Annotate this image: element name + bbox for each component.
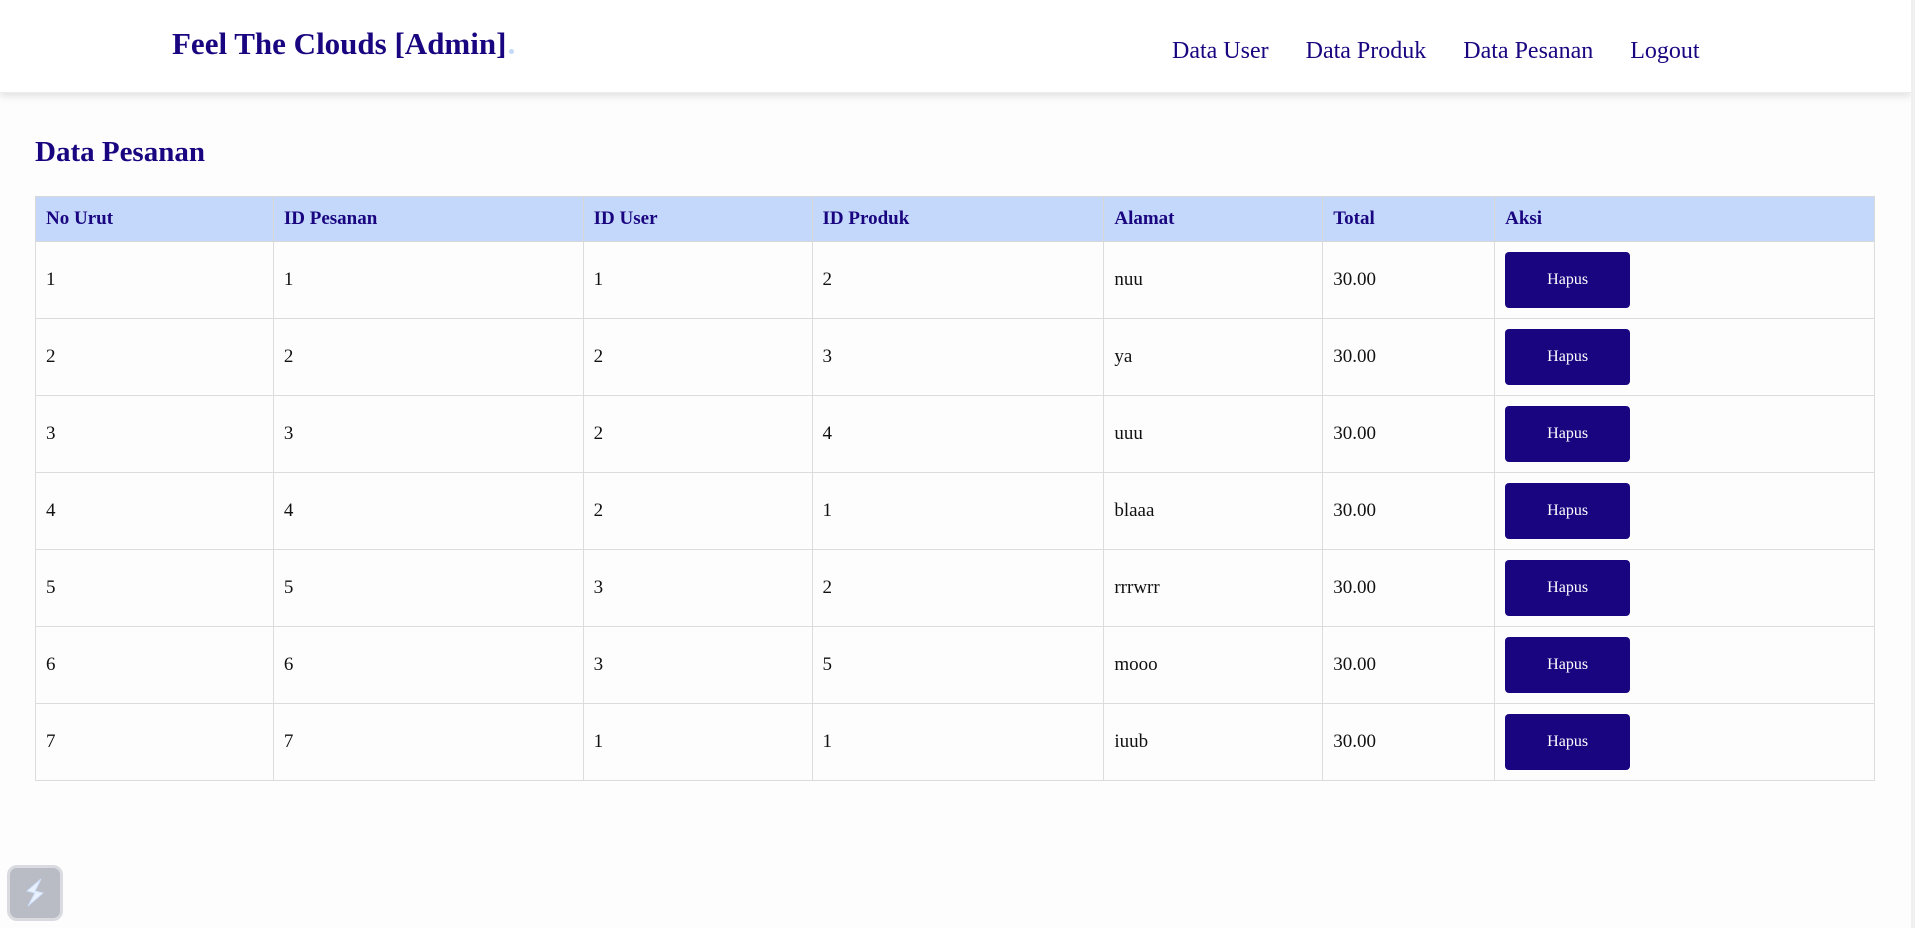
table-row: 7 7 1 1 iuub 30.00 Hapus bbox=[35, 703, 1875, 781]
column-header-aksi: Aksi bbox=[1494, 196, 1875, 242]
cell-no-urut: 1 bbox=[35, 241, 274, 319]
cell-no-urut: 2 bbox=[35, 318, 274, 396]
cell-id-produk: 3 bbox=[811, 318, 1105, 396]
hapus-button[interactable]: Hapus bbox=[1505, 329, 1631, 385]
hapus-button[interactable]: Hapus bbox=[1505, 637, 1631, 693]
hapus-button[interactable]: Hapus bbox=[1505, 483, 1631, 539]
hapus-button[interactable]: Hapus bbox=[1505, 560, 1631, 616]
cell-id-pesanan: 4 bbox=[272, 472, 584, 550]
cell-alamat: rrrwrr bbox=[1103, 549, 1324, 627]
main-nav: Data User Data Produk Data Pesanan Logou… bbox=[1172, 38, 1700, 65]
column-header-total: Total bbox=[1322, 196, 1496, 242]
column-header-id-pesanan: ID Pesanan bbox=[272, 196, 584, 242]
cell-aksi: Hapus bbox=[1494, 549, 1875, 627]
cell-aksi: Hapus bbox=[1494, 626, 1875, 704]
cell-id-pesanan: 2 bbox=[272, 318, 584, 396]
brand-text: Feel The Clouds [Admin] bbox=[172, 26, 507, 61]
cell-aksi: Hapus bbox=[1494, 703, 1875, 781]
cell-id-user: 3 bbox=[582, 549, 813, 627]
cell-id-user: 3 bbox=[582, 626, 813, 704]
table-row: 5 5 3 2 rrrwrr 30.00 Hapus bbox=[35, 549, 1875, 627]
cell-id-produk: 2 bbox=[811, 241, 1105, 319]
table-row: 1 1 1 2 nuu 30.00 Hapus bbox=[35, 241, 1875, 319]
table-head: No Urut ID Pesanan ID User ID Produk Ala… bbox=[35, 196, 1875, 242]
cell-total: 30.00 bbox=[1322, 241, 1496, 319]
cell-total: 30.00 bbox=[1322, 626, 1496, 704]
cell-id-pesanan: 6 bbox=[272, 626, 584, 704]
cell-aksi: Hapus bbox=[1494, 395, 1875, 473]
column-header-no-urut: No Urut bbox=[35, 196, 274, 242]
page-title: Data Pesanan bbox=[35, 136, 205, 168]
header-row: No Urut ID Pesanan ID User ID Produk Ala… bbox=[35, 196, 1875, 242]
cell-total: 30.00 bbox=[1322, 549, 1496, 627]
cell-id-produk: 1 bbox=[811, 472, 1105, 550]
cell-id-pesanan: 7 bbox=[272, 703, 584, 781]
table-body: 1 1 1 2 nuu 30.00 Hapus 2 2 2 3 ya 30.00… bbox=[35, 241, 1875, 781]
cell-total: 30.00 bbox=[1322, 703, 1496, 781]
cell-no-urut: 3 bbox=[35, 395, 274, 473]
column-header-alamat: Alamat bbox=[1103, 196, 1324, 242]
table-row: 4 4 2 1 blaaa 30.00 Hapus bbox=[35, 472, 1875, 550]
cell-id-produk: 2 bbox=[811, 549, 1105, 627]
brand-dot bbox=[509, 49, 515, 54]
nav-data-pesanan[interactable]: Data Pesanan bbox=[1463, 38, 1593, 65]
cell-id-pesanan: 3 bbox=[272, 395, 584, 473]
orders-table: No Urut ID Pesanan ID User ID Produk Ala… bbox=[35, 196, 1875, 781]
hapus-button[interactable]: Hapus bbox=[1505, 252, 1631, 308]
cell-alamat: iuub bbox=[1103, 703, 1324, 781]
cell-total: 30.00 bbox=[1322, 472, 1496, 550]
column-header-id-user: ID User bbox=[582, 196, 813, 242]
cell-alamat: nuu bbox=[1103, 241, 1324, 319]
cell-alamat: mooo bbox=[1103, 626, 1324, 704]
nav-data-user[interactable]: Data User bbox=[1172, 38, 1269, 65]
cell-alamat: blaaa bbox=[1103, 472, 1324, 550]
cell-id-user: 2 bbox=[582, 472, 813, 550]
cell-no-urut: 5 bbox=[35, 549, 274, 627]
cell-aksi: Hapus bbox=[1494, 318, 1875, 396]
nav-data-produk[interactable]: Data Produk bbox=[1306, 38, 1427, 65]
navbar: Feel The Clouds [Admin] Data User Data P… bbox=[0, 0, 1911, 93]
cell-id-produk: 4 bbox=[811, 395, 1105, 473]
table-row: 6 6 3 5 mooo 30.00 Hapus bbox=[35, 626, 1875, 704]
cell-id-produk: 1 bbox=[811, 703, 1105, 781]
hapus-button[interactable]: Hapus bbox=[1505, 714, 1631, 770]
cell-no-urut: 6 bbox=[35, 626, 274, 704]
column-header-id-produk: ID Produk bbox=[811, 196, 1105, 242]
brand-title[interactable]: Feel The Clouds [Admin] bbox=[172, 26, 515, 62]
cell-total: 30.00 bbox=[1322, 395, 1496, 473]
cell-alamat: ya bbox=[1103, 318, 1324, 396]
cell-aksi: Hapus bbox=[1494, 472, 1875, 550]
cell-no-urut: 7 bbox=[35, 703, 274, 781]
hapus-button[interactable]: Hapus bbox=[1505, 406, 1631, 462]
table-row: 3 3 2 4 uuu 30.00 Hapus bbox=[35, 395, 1875, 473]
cell-no-urut: 4 bbox=[35, 472, 274, 550]
nav-logout[interactable]: Logout bbox=[1630, 38, 1699, 65]
cell-id-produk: 5 bbox=[811, 626, 1105, 704]
cell-id-user: 2 bbox=[582, 395, 813, 473]
floating-widget-button[interactable] bbox=[7, 865, 63, 921]
cell-id-user: 1 bbox=[582, 241, 813, 319]
cell-id-pesanan: 1 bbox=[272, 241, 584, 319]
cell-alamat: uuu bbox=[1103, 395, 1324, 473]
cell-id-pesanan: 5 bbox=[272, 549, 584, 627]
cell-id-user: 2 bbox=[582, 318, 813, 396]
scrollbar[interactable] bbox=[1911, 0, 1915, 928]
table-row: 2 2 2 3 ya 30.00 Hapus bbox=[35, 318, 1875, 396]
cell-total: 30.00 bbox=[1322, 318, 1496, 396]
cell-aksi: Hapus bbox=[1494, 241, 1875, 319]
cell-id-user: 1 bbox=[582, 703, 813, 781]
lightning-icon bbox=[25, 878, 45, 907]
